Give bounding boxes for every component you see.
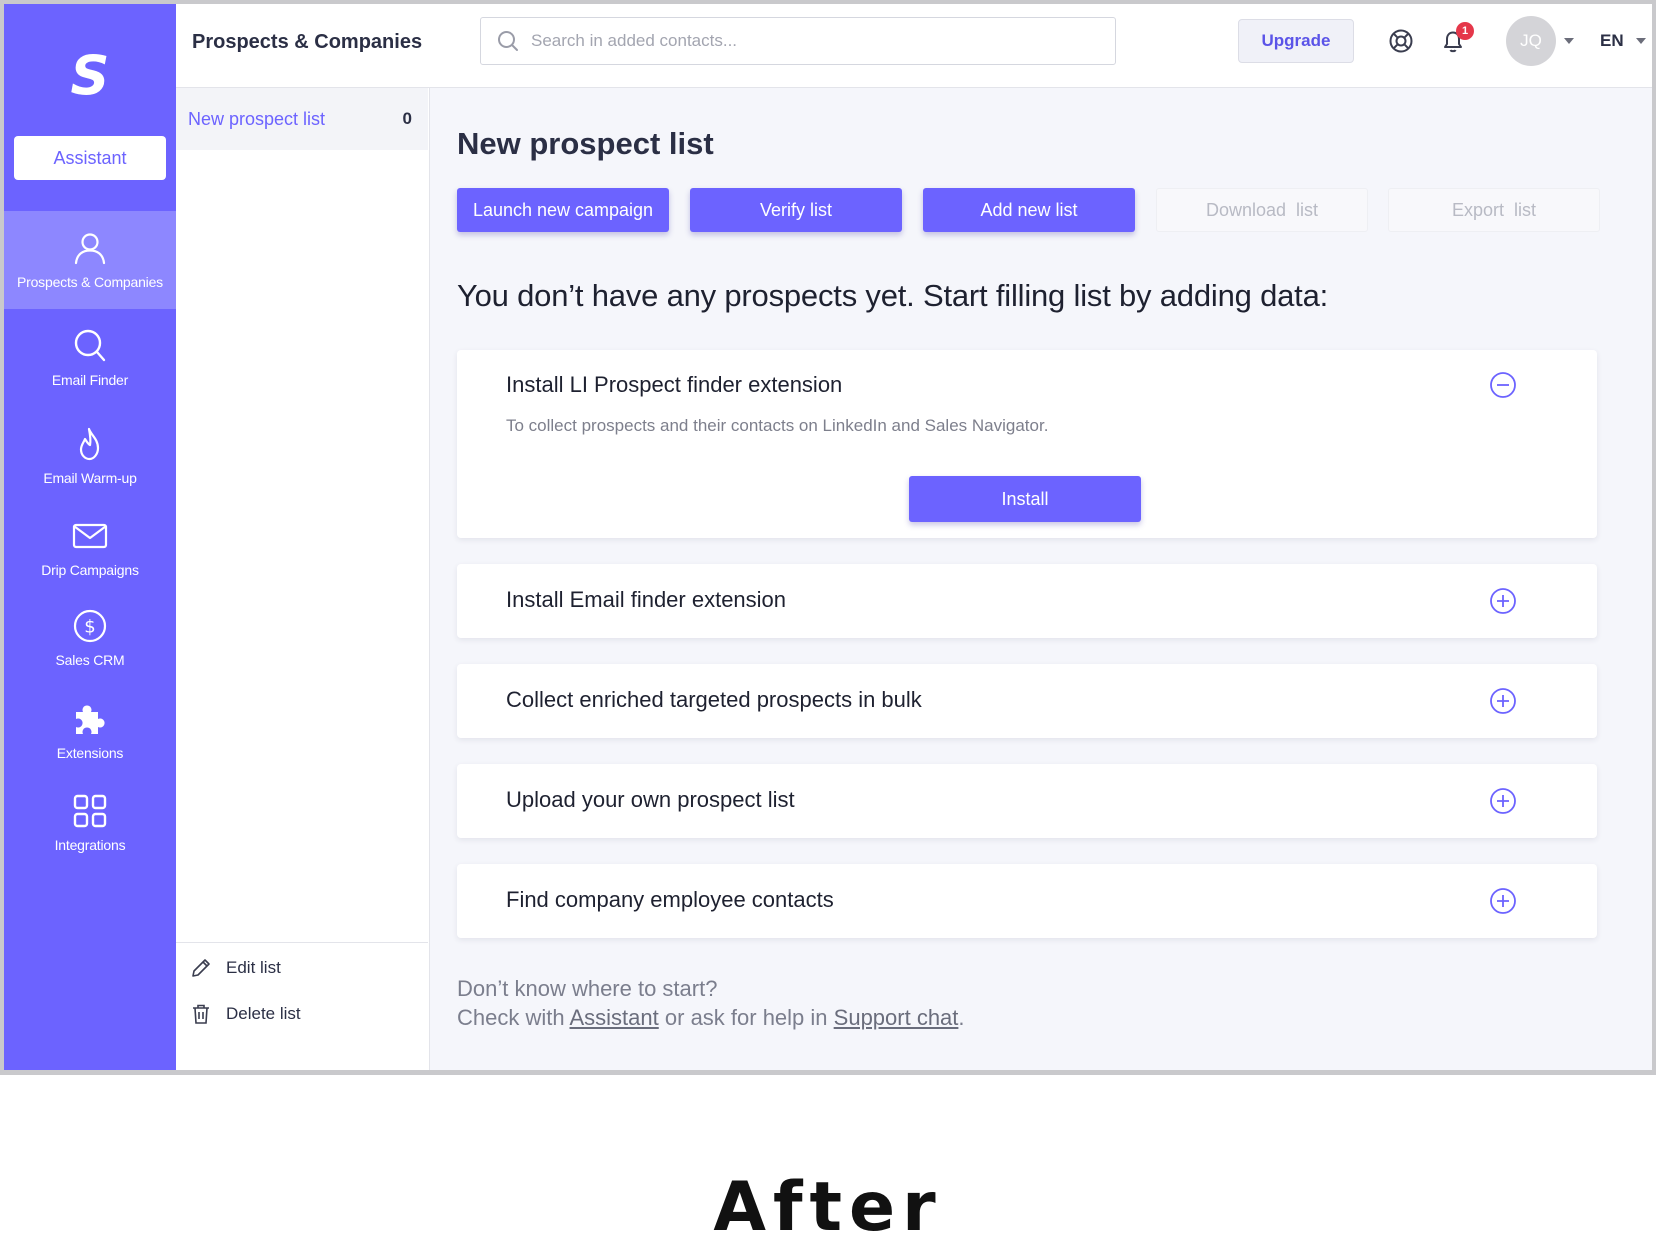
download-list-button[interactable]: Download list <box>1156 188 1368 232</box>
sidebar-item-label: Prospects & Companies <box>17 274 163 290</box>
delete-list-button[interactable]: Delete list <box>190 1003 301 1025</box>
language-selector[interactable]: EN <box>1600 31 1624 51</box>
card-collect-enriched-prospects[interactable]: Collect enriched targeted prospects in b… <box>457 664 1597 738</box>
chevron-down-icon[interactable] <box>1636 38 1646 44</box>
install-button[interactable]: Install <box>909 476 1141 522</box>
help-lifebuoy-icon[interactable] <box>1386 26 1416 56</box>
export-list-button[interactable]: Export list <box>1388 188 1600 232</box>
assistant-button[interactable]: Assistant <box>14 136 166 180</box>
sidebar-item-label: Drip Campaigns <box>41 562 139 578</box>
add-new-list-button[interactable]: Add new list <box>923 188 1135 232</box>
dollar-icon: $ <box>73 609 107 643</box>
person-icon <box>74 233 106 265</box>
delete-list-label: Delete list <box>226 1004 301 1023</box>
card-title: Install LI Prospect finder extension <box>506 372 843 397</box>
edit-list-label: Edit list <box>226 958 281 977</box>
card-find-company-employees[interactable]: Find company employee contacts <box>457 864 1597 938</box>
sidebar-item-label: Email Finder <box>51 372 129 388</box>
support-chat-link[interactable]: Support chat <box>834 1005 959 1030</box>
lists-panel: New prospect list 0 Edit list Delete lis… <box>176 88 430 1070</box>
launch-campaign-button[interactable]: Launch new campaign <box>457 188 669 232</box>
app-logo[interactable]: S <box>4 44 176 107</box>
notification-badge: 1 <box>1456 22 1474 40</box>
sidebar-item-drip-campaigns[interactable]: Drip Campaigns <box>4 505 176 591</box>
sidebar: S Assistant Prospects & Companies Email … <box>4 4 176 1070</box>
pencil-icon <box>192 959 210 977</box>
sidebar-item-sales-crm[interactable]: $ Sales CRM <box>4 591 176 685</box>
envelope-icon <box>72 523 108 549</box>
list-item[interactable]: New prospect list 0 <box>176 88 428 150</box>
sidebar-nav: Prospects & Companies Email Finder Email… <box>4 211 176 869</box>
page-section-title: Prospects & Companies <box>192 31 423 53</box>
card-title: Upload your own prospect list <box>506 787 795 812</box>
search-icon <box>74 329 106 362</box>
sidebar-item-label: Email Warm-up <box>43 470 137 486</box>
puzzle-icon <box>76 705 105 734</box>
assistant-link[interactable]: Assistant <box>570 1005 659 1030</box>
help-middle: or ask for help in <box>664 1005 828 1030</box>
expand-plus-icon[interactable] <box>1489 687 1517 715</box>
top-header: Prospects & Companies Upgrade 1 JQ EN <box>176 4 1652 88</box>
svg-text:$: $ <box>84 617 95 638</box>
flame-icon <box>79 427 100 461</box>
expand-plus-icon[interactable] <box>1489 587 1517 615</box>
help-suffix: . <box>958 1005 965 1030</box>
trash-icon <box>193 1004 209 1024</box>
app-window: S Assistant Prospects & Companies Email … <box>0 0 1656 1075</box>
expand-plus-icon[interactable] <box>1489 787 1517 815</box>
search-box[interactable] <box>480 17 1116 65</box>
search-input[interactable] <box>531 31 1091 51</box>
sidebar-item-label: Extensions <box>56 745 124 761</box>
help-line-1: Don’t know where to start? <box>457 976 718 1001</box>
card-title: Collect enriched targeted prospects in b… <box>506 687 922 712</box>
verify-list-button[interactable]: Verify list <box>690 188 902 232</box>
grid-icon <box>73 794 107 828</box>
sidebar-item-prospects-companies[interactable]: Prospects & Companies <box>4 211 176 309</box>
card-title: Find company employee contacts <box>506 887 834 912</box>
search-icon <box>498 31 518 51</box>
card-email-finder-extension[interactable]: Install Email finder extension <box>457 564 1597 638</box>
caption-after: After <box>713 1168 943 1247</box>
sidebar-item-email-warm-up[interactable]: Email Warm-up <box>4 407 176 505</box>
sidebar-item-email-finder[interactable]: Email Finder <box>4 309 176 407</box>
help-line-2: Check with Assistant or ask for help in … <box>457 1003 965 1032</box>
list-actions: Edit list Delete list <box>176 942 428 1070</box>
edit-list-button[interactable]: Edit list <box>190 957 281 979</box>
card-title: Install Email finder extension <box>506 587 787 612</box>
page-title: New prospect list <box>457 126 714 161</box>
sidebar-item-extensions[interactable]: Extensions <box>4 685 176 777</box>
card-description: To collect prospects and their contacts … <box>506 416 1049 435</box>
help-text: Don’t know where to start? Check with As… <box>457 974 965 1032</box>
empty-state-message: You don’t have any prospects yet. Start … <box>457 278 1329 313</box>
list-name: New prospect list <box>188 108 326 129</box>
main-content: New prospect list Launch new campaign Ve… <box>432 88 1652 1070</box>
notifications-button[interactable]: 1 <box>1438 22 1474 56</box>
sidebar-item-label: Integrations <box>54 837 126 853</box>
avatar[interactable]: JQ <box>1506 16 1556 66</box>
list-count: 0 <box>402 109 412 128</box>
card-li-prospect-finder: Install LI Prospect finder extension To … <box>457 350 1597 538</box>
expand-plus-icon[interactable] <box>1489 887 1517 915</box>
sidebar-item-integrations[interactable]: Integrations <box>4 777 176 869</box>
collapse-minus-icon[interactable] <box>1489 371 1517 399</box>
upgrade-button[interactable]: Upgrade <box>1238 19 1354 63</box>
chevron-down-icon[interactable] <box>1564 38 1574 44</box>
card-upload-prospect-list[interactable]: Upload your own prospect list <box>457 764 1597 838</box>
help-prefix: Check with <box>457 1005 565 1030</box>
sidebar-item-label: Sales CRM <box>55 652 125 668</box>
